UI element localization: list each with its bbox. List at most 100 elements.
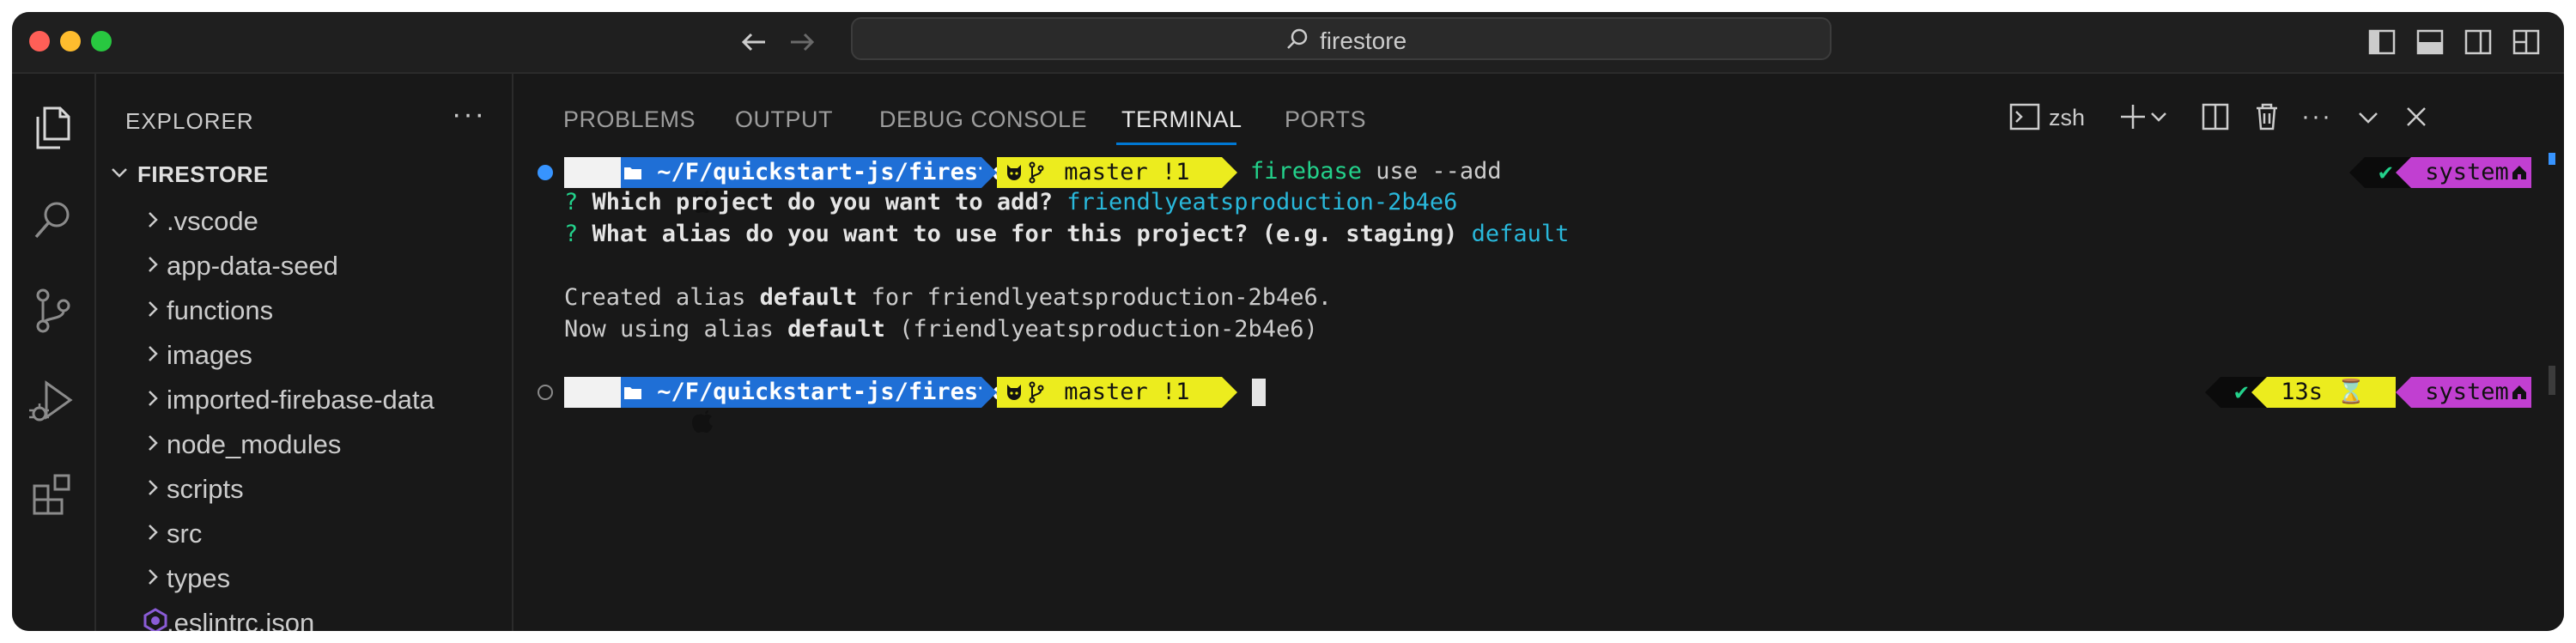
- bottom-panel: PROBLEMS OUTPUT DEBUG CONSOLE TERMINAL P…: [513, 74, 2564, 631]
- trash-icon[interactable]: [2250, 100, 2284, 134]
- chevron-right-icon: [149, 480, 158, 495]
- search-icon: [1287, 28, 1308, 49]
- powerline-separator: [2349, 157, 2365, 188]
- prompt-env: system: [2411, 379, 2524, 405]
- tree-item-label: images: [167, 340, 252, 370]
- tree-item-src[interactable]: src: [96, 510, 508, 555]
- tab-terminal[interactable]: TERMINAL: [1121, 106, 1242, 133]
- terminal-shell-icon[interactable]: [2008, 100, 2042, 134]
- tree-item-label: .eslintrc.json: [167, 608, 315, 631]
- customize-layout-icon[interactable]: [2512, 29, 2540, 55]
- powerline-separator: [1222, 377, 1237, 408]
- run-and-debug-icon[interactable]: [26, 374, 81, 429]
- toggle-secondary-sidebar-icon[interactable]: [2464, 29, 2492, 55]
- tree-item-vscode[interactable]: .vscode: [96, 197, 508, 242]
- home-icon: [2512, 166, 2526, 179]
- sidebar-more-actions-button[interactable]: ···: [452, 98, 486, 131]
- chevron-right-icon: [149, 212, 158, 227]
- prompt-path-segment: ~/F/quickstart-js/firestore: [621, 377, 1034, 408]
- minimize-window-button[interactable]: [60, 31, 81, 52]
- tree-item-scripts[interactable]: scripts: [96, 465, 508, 510]
- git-branch-icon: [1029, 161, 1044, 184]
- chevron-right-icon: [149, 257, 158, 272]
- sidebar-title: EXPLORER: [125, 108, 254, 134]
- command-name: firebase: [1250, 158, 1363, 185]
- tree-item-app-data-seed[interactable]: app-data-seed: [96, 242, 508, 287]
- chevron-down-icon: [112, 168, 127, 178]
- maximize-window-button[interactable]: [91, 31, 112, 52]
- chevron-right-icon: [149, 346, 158, 361]
- github-icon: [1007, 165, 1021, 180]
- chevron-right-icon: [149, 525, 158, 540]
- tab-debug-console[interactable]: DEBUG CONSOLE: [879, 106, 1087, 133]
- chevron-down-icon[interactable]: [2148, 100, 2169, 134]
- terminal-scrollbar-thumb[interactable]: [2549, 366, 2555, 395]
- git-branch-icon: [1029, 381, 1044, 403]
- tab-ports[interactable]: PORTS: [1285, 106, 1366, 133]
- prompt-question-1: ? Which project do you want to add? frie…: [564, 189, 1458, 215]
- tree-item-node-modules[interactable]: node_modules: [96, 421, 508, 465]
- search-text: firestore: [1320, 27, 1407, 54]
- apple-icon: [564, 377, 714, 433]
- powerline-separator: [2396, 157, 2411, 188]
- powerline-separator: [2396, 377, 2411, 408]
- tab-output[interactable]: OUTPUT: [735, 106, 833, 133]
- tree-item-label: node_modules: [167, 429, 342, 459]
- prompt-path-segment: ~/F/quickstart-js/firestore: [621, 157, 1034, 188]
- tree-item-functions[interactable]: functions: [96, 287, 508, 331]
- apple-icon: [564, 157, 714, 213]
- prompt-git-branch: master !1: [1050, 159, 1204, 185]
- split-terminal-icon[interactable]: [2198, 100, 2233, 134]
- eslint-file-icon: [143, 608, 167, 631]
- terminal-shell-label[interactable]: zsh: [2049, 105, 2085, 131]
- terminal-cursor: [1252, 379, 1266, 406]
- prompt-duration: 13s ⌛: [2267, 377, 2396, 408]
- tree-item-label: functions: [167, 295, 274, 325]
- back-arrow-icon[interactable]: [734, 22, 774, 62]
- command-center-search[interactable]: firestore: [851, 17, 1832, 60]
- prompt-question-2: ? What alias do you want to use for this…: [564, 221, 1570, 247]
- chevron-right-icon: [149, 435, 158, 451]
- folder-icon: [624, 387, 641, 399]
- tree-item-label: types: [167, 563, 231, 593]
- forward-arrow-icon[interactable]: [782, 22, 822, 62]
- chevron-right-icon: [149, 391, 158, 406]
- new-terminal-plus-icon[interactable]: [2116, 100, 2150, 134]
- tree-item-eslintrc[interactable]: .eslintrc.json: [96, 599, 508, 631]
- tree-item-types[interactable]: types: [96, 555, 508, 599]
- toggle-panel-icon[interactable]: [2416, 29, 2444, 55]
- source-control-icon[interactable]: [26, 283, 81, 338]
- toggle-primary-sidebar-icon[interactable]: [2368, 29, 2396, 55]
- close-panel-icon[interactable]: [2399, 100, 2433, 134]
- folder-icon: [624, 167, 641, 179]
- active-tab-indicator: [1116, 143, 1236, 145]
- tree-item-images[interactable]: images: [96, 331, 508, 376]
- tree-item-imported-firebase-data[interactable]: imported-firebase-data: [96, 376, 508, 421]
- tree-item-label: scripts: [167, 474, 244, 504]
- powerline-separator: [2205, 377, 2221, 408]
- chevron-down-icon[interactable]: [2351, 100, 2385, 134]
- command-status-dot-empty: [538, 385, 553, 400]
- powerline-separator: [981, 377, 997, 408]
- home-icon: [2512, 385, 2526, 399]
- tree-item-label: .vscode: [167, 206, 258, 236]
- activity-bar: [12, 74, 96, 631]
- explorer-files-icon[interactable]: [26, 100, 81, 155]
- more-actions-button[interactable]: ···: [2300, 100, 2334, 134]
- command-status-dot: [538, 165, 553, 180]
- powerline-separator: [1222, 157, 1237, 188]
- prompt-env: system: [2411, 159, 2524, 185]
- output-line-now-using: Now using alias default (friendlyeatspro…: [564, 316, 1318, 343]
- prompt-git-branch: master !1: [1050, 379, 1204, 405]
- powerline-separator: [981, 157, 997, 188]
- close-window-button[interactable]: [29, 31, 50, 52]
- chevron-right-icon: [149, 569, 158, 585]
- title-bar: firestore: [12, 12, 2564, 74]
- powerline-separator: [2251, 377, 2267, 408]
- search-icon[interactable]: [26, 192, 81, 247]
- output-line-created-alias: Created alias default for friendlyeatspr…: [564, 284, 1333, 311]
- workspace-root-folder[interactable]: FIRESTORE: [108, 158, 503, 192]
- explorer-sidebar: EXPLORER ··· FIRESTORE .vscode app-data-…: [96, 74, 513, 631]
- extensions-icon[interactable]: [26, 467, 81, 522]
- tab-problems[interactable]: PROBLEMS: [563, 106, 696, 133]
